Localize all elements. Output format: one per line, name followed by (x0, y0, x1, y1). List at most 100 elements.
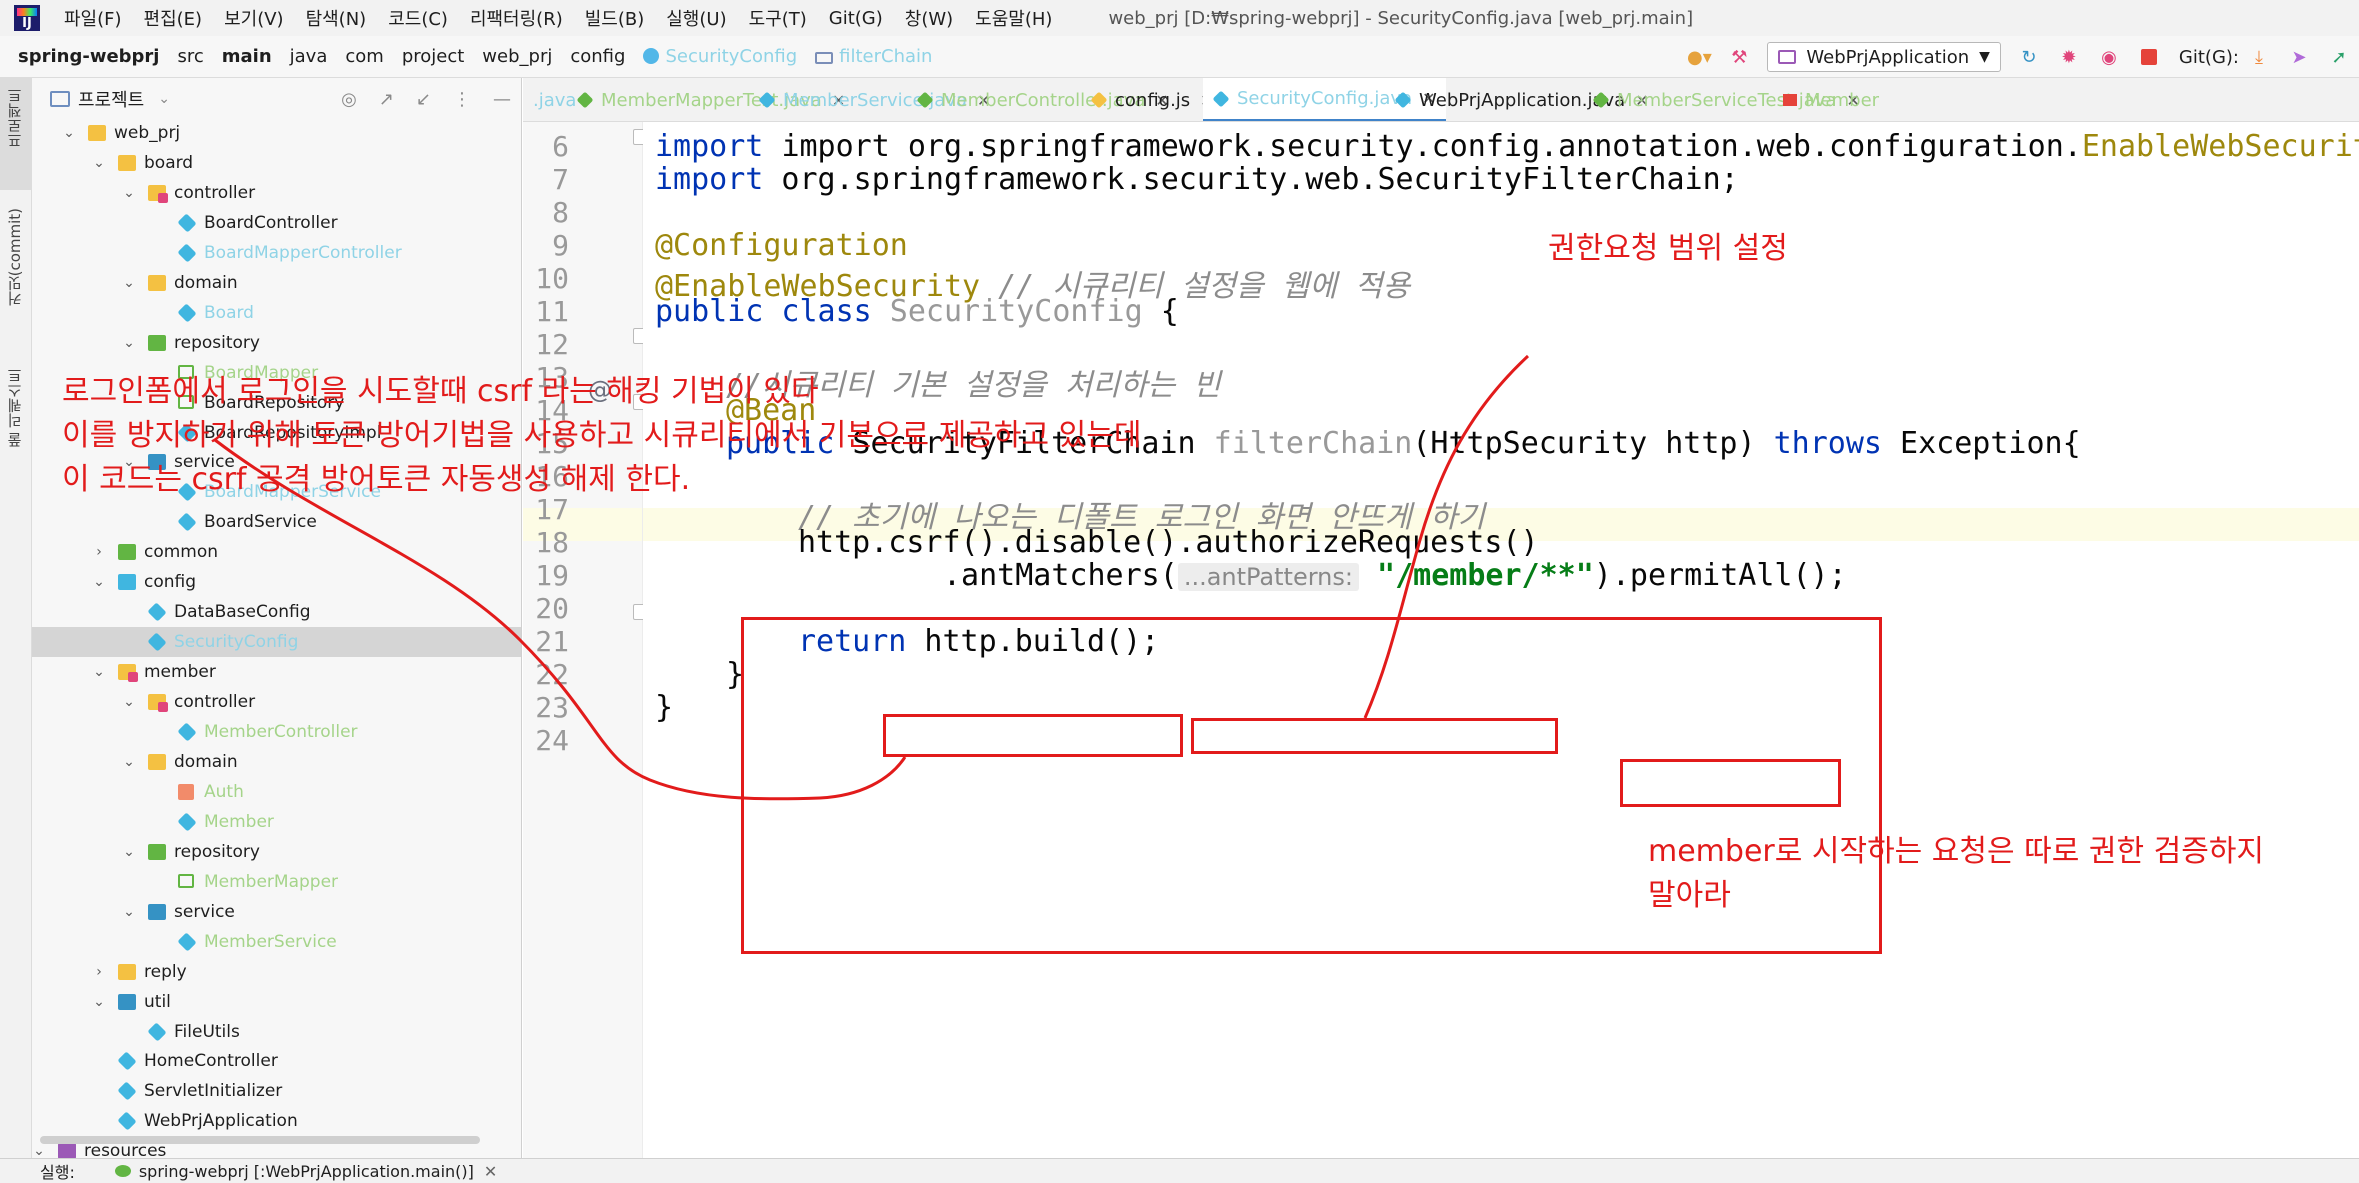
chevron-down-icon[interactable]: ⌄ (122, 335, 136, 351)
menu-refactor[interactable]: 리팩터링(R) (470, 5, 563, 31)
annotation-csrf-note-2: 이를 방지하기 위해 토큰 방어기법을 사용하고 시큐리티에서 기본으로 제공하… (62, 418, 1142, 453)
tree-item[interactable]: ⌄ controller (32, 178, 521, 208)
breadcrumb-config[interactable]: config (570, 46, 625, 67)
chevron-down-icon[interactable]: ⌄ (92, 155, 106, 171)
breadcrumb-java[interactable]: java (290, 46, 328, 67)
chevron-down-icon[interactable]: ⌄ (32, 1143, 46, 1158)
tree-item[interactable]: BoardMapperController (32, 238, 521, 268)
tree-item[interactable]: Member (32, 807, 521, 837)
tree-item[interactable]: MemberController (32, 717, 521, 747)
chevron-down-icon[interactable]: ⌄ (122, 904, 136, 920)
menu-view[interactable]: 보기(V) (224, 5, 283, 31)
more-options-icon[interactable]: ⋮ (453, 89, 471, 110)
tree-item[interactable]: FileUtils (32, 1017, 521, 1047)
menu-run[interactable]: 실행(U) (666, 5, 726, 31)
git-commit-icon[interactable]: ➤ (2288, 46, 2310, 68)
stop-icon[interactable] (2138, 46, 2160, 68)
tool-window-commit[interactable]: 커밋(commit) (4, 208, 25, 306)
code-annotation: @Configuration (655, 228, 908, 263)
profile-icon[interactable]: ◉ (2098, 46, 2120, 68)
tree-item[interactable]: WebPrjApplication (32, 1106, 521, 1136)
run-bar-label: 실행: (40, 1163, 75, 1182)
chevron-down-icon[interactable]: ⌄ (122, 185, 136, 201)
chevron-down-icon[interactable]: ⌄ (122, 275, 136, 291)
chevron-down-icon[interactable]: ⌄ (158, 91, 170, 107)
tree-item[interactable]: ⌄ service (32, 897, 521, 927)
chevron-right-icon[interactable]: › (92, 544, 106, 560)
chevron-down-icon[interactable]: ⌄ (122, 844, 136, 860)
tree-item[interactable]: MemberMapper (32, 867, 521, 897)
menu-build[interactable]: 빌드(B) (585, 5, 645, 31)
tree-item[interactable]: ⌄ domain (32, 268, 521, 298)
tree-item[interactable]: MemberService (32, 927, 521, 957)
tree-item[interactable]: ⌄ config (32, 567, 521, 597)
chevron-down-icon[interactable]: ⌄ (92, 574, 106, 590)
tree-item[interactable]: BoardService (32, 507, 521, 537)
collapse-all-icon[interactable]: ↙ (416, 89, 431, 110)
tree-item[interactable]: ⌄ domain (32, 747, 521, 777)
tree-item[interactable]: ⌄ util (32, 987, 521, 1017)
tree-item[interactable]: ⌄ board (32, 148, 521, 178)
tree-item[interactable]: SecurityConfig (32, 627, 521, 658)
horizontal-scrollbar[interactable] (40, 1136, 480, 1144)
tree-item[interactable]: › common (32, 537, 521, 567)
tab-member[interactable]: Member (1773, 78, 1889, 121)
class-icon (177, 213, 197, 233)
expand-all-icon[interactable]: ↗ (379, 89, 394, 110)
hide-panel-icon[interactable]: — (493, 89, 511, 110)
chevron-down-icon[interactable]: ⌄ (122, 694, 136, 710)
menu-file[interactable]: 파일(F) (64, 5, 122, 31)
tree-item[interactable]: BoardController (32, 208, 521, 238)
user-group-icon[interactable]: ●▾ (1687, 46, 1712, 68)
tool-window-project[interactable]: 프로젝트 (4, 88, 25, 148)
debug-icon[interactable]: ✹ (2058, 46, 2080, 68)
tree-item[interactable]: ⌄ repository (32, 328, 521, 358)
tree-item[interactable]: ⌄ member (32, 657, 521, 687)
menu-navigate[interactable]: 탐색(N) (306, 5, 367, 31)
rerun-icon[interactable]: ↻ (2018, 46, 2040, 68)
run-configuration-select[interactable]: WebPrjApplication ▼ (1767, 42, 2001, 72)
tree-item[interactable]: ⌄ controller (32, 687, 521, 717)
breadcrumb-src[interactable]: src (177, 46, 203, 67)
chevron-right-icon[interactable]: › (92, 964, 106, 980)
tree-item[interactable]: Auth (32, 777, 521, 807)
git-push-icon[interactable]: ➚ (2328, 46, 2350, 68)
breadcrumb-filterchain[interactable]: filterChain (815, 46, 932, 67)
breadcrumb-securityconfig[interactable]: SecurityConfig (643, 46, 797, 67)
tree-item[interactable]: DataBaseConfig (32, 597, 521, 627)
tool-window-pull-requests[interactable]: 풀 리퀘스트 (4, 368, 25, 448)
project-panel-title[interactable]: 프로젝트 (78, 86, 144, 112)
menu-edit[interactable]: 편집(E) (144, 5, 203, 31)
git-update-icon[interactable]: ⤓ (2248, 46, 2270, 68)
tab-label: Member (1805, 89, 1880, 111)
chevron-down-icon[interactable]: ⌄ (62, 125, 76, 141)
chevron-down-icon[interactable]: ⌄ (122, 754, 136, 770)
run-target-tab[interactable]: spring-webprj [:WebPrjApplication.main()… (139, 1162, 474, 1181)
breadcrumb-com[interactable]: com (345, 46, 383, 67)
tab-label: config.js (1115, 89, 1191, 111)
tree-item-label: MemberMapper (204, 871, 339, 892)
breadcrumb-project[interactable]: spring-webprj (18, 46, 159, 67)
chevron-down-icon[interactable]: ⌄ (92, 994, 106, 1010)
tree-item[interactable]: HomeController (32, 1046, 521, 1076)
intellij-logo-icon[interactable]: IJ (14, 5, 40, 31)
close-icon[interactable]: ✕ (484, 1162, 497, 1181)
breadcrumb-web-prj[interactable]: web_prj (482, 46, 552, 67)
tree-item[interactable]: ServletInitializer (32, 1076, 521, 1106)
chevron-down-icon[interactable]: ⌄ (92, 664, 106, 680)
tree-item[interactable]: ⌄ repository (32, 837, 521, 867)
menu-git[interactable]: Git(G) (829, 8, 883, 29)
run-configuration-label: WebPrjApplication (1806, 46, 1970, 68)
hammer-icon[interactable]: ⚒ (1728, 46, 1750, 68)
annotation-csrf-note-1: 로그인폼에서 로그인을 시도할때 csrf 라는 해킹 기법이 있다 (62, 374, 819, 409)
menu-tools[interactable]: 도구(T) (749, 5, 807, 31)
tree-item[interactable]: ⌄ web_prj (32, 118, 521, 148)
breadcrumb-main[interactable]: main (222, 46, 272, 67)
menu-code[interactable]: 코드(C) (388, 5, 448, 31)
locate-icon[interactable]: ◎ (341, 89, 357, 110)
menu-window[interactable]: 창(W) (905, 5, 953, 31)
breadcrumb-package-project[interactable]: project (402, 46, 464, 67)
tree-item[interactable]: › reply (32, 957, 521, 987)
tree-item[interactable]: Board (32, 298, 521, 328)
menu-help[interactable]: 도움말(H) (975, 5, 1052, 31)
